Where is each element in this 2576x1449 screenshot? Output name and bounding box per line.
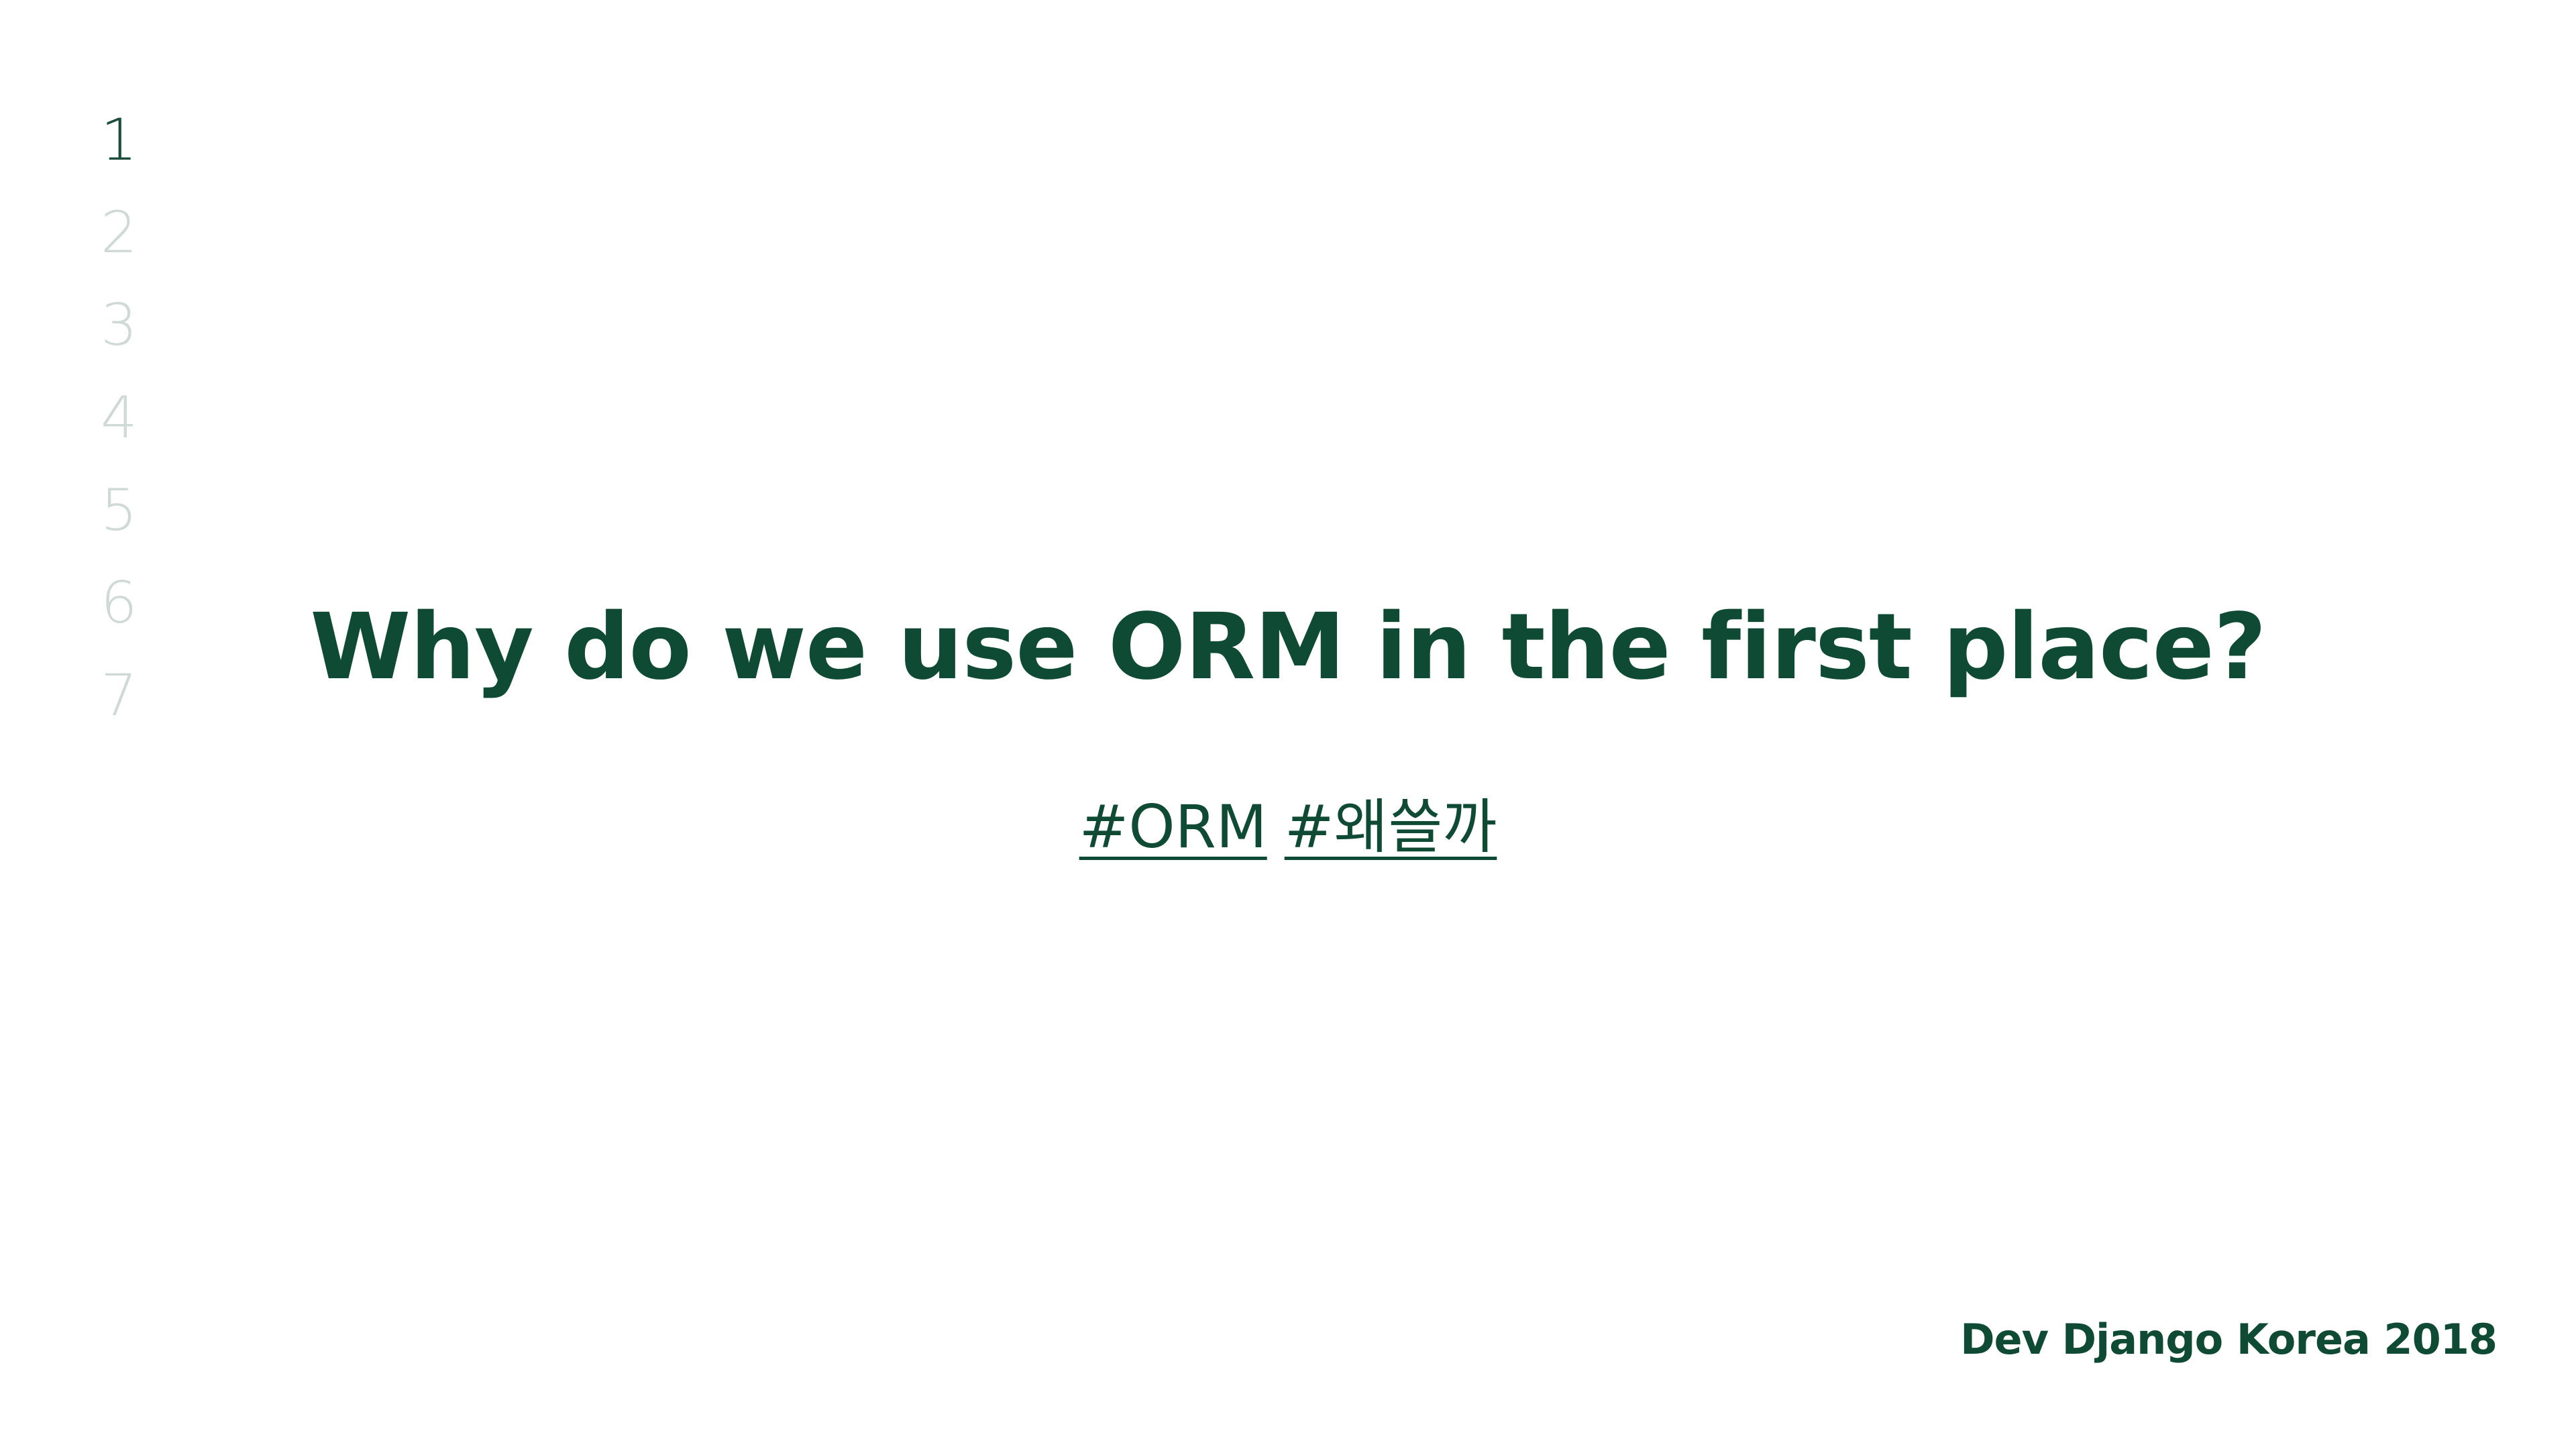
slide-title: Why do we use ORM in the first place? [310, 594, 2266, 700]
page-link-1[interactable]: 1 [101, 94, 195, 186]
footer-event-name: Dev Django Korea 2018 [1960, 1315, 2498, 1364]
page-link-3[interactable]: 3 [101, 279, 195, 372]
tag-link-why[interactable]: #왜쓸까 [1285, 792, 1497, 861]
page-link-2[interactable]: 2 [101, 186, 195, 279]
slide: 1 2 3 4 5 6 7 Why do we use ORM in the f… [0, 0, 2576, 1449]
page-link-5[interactable]: 5 [101, 464, 195, 557]
tag-list: #ORM #왜쓸까 [0, 784, 2576, 871]
page-link-4[interactable]: 4 [101, 372, 195, 464]
tag-link-orm[interactable]: #ORM [1079, 792, 1267, 861]
